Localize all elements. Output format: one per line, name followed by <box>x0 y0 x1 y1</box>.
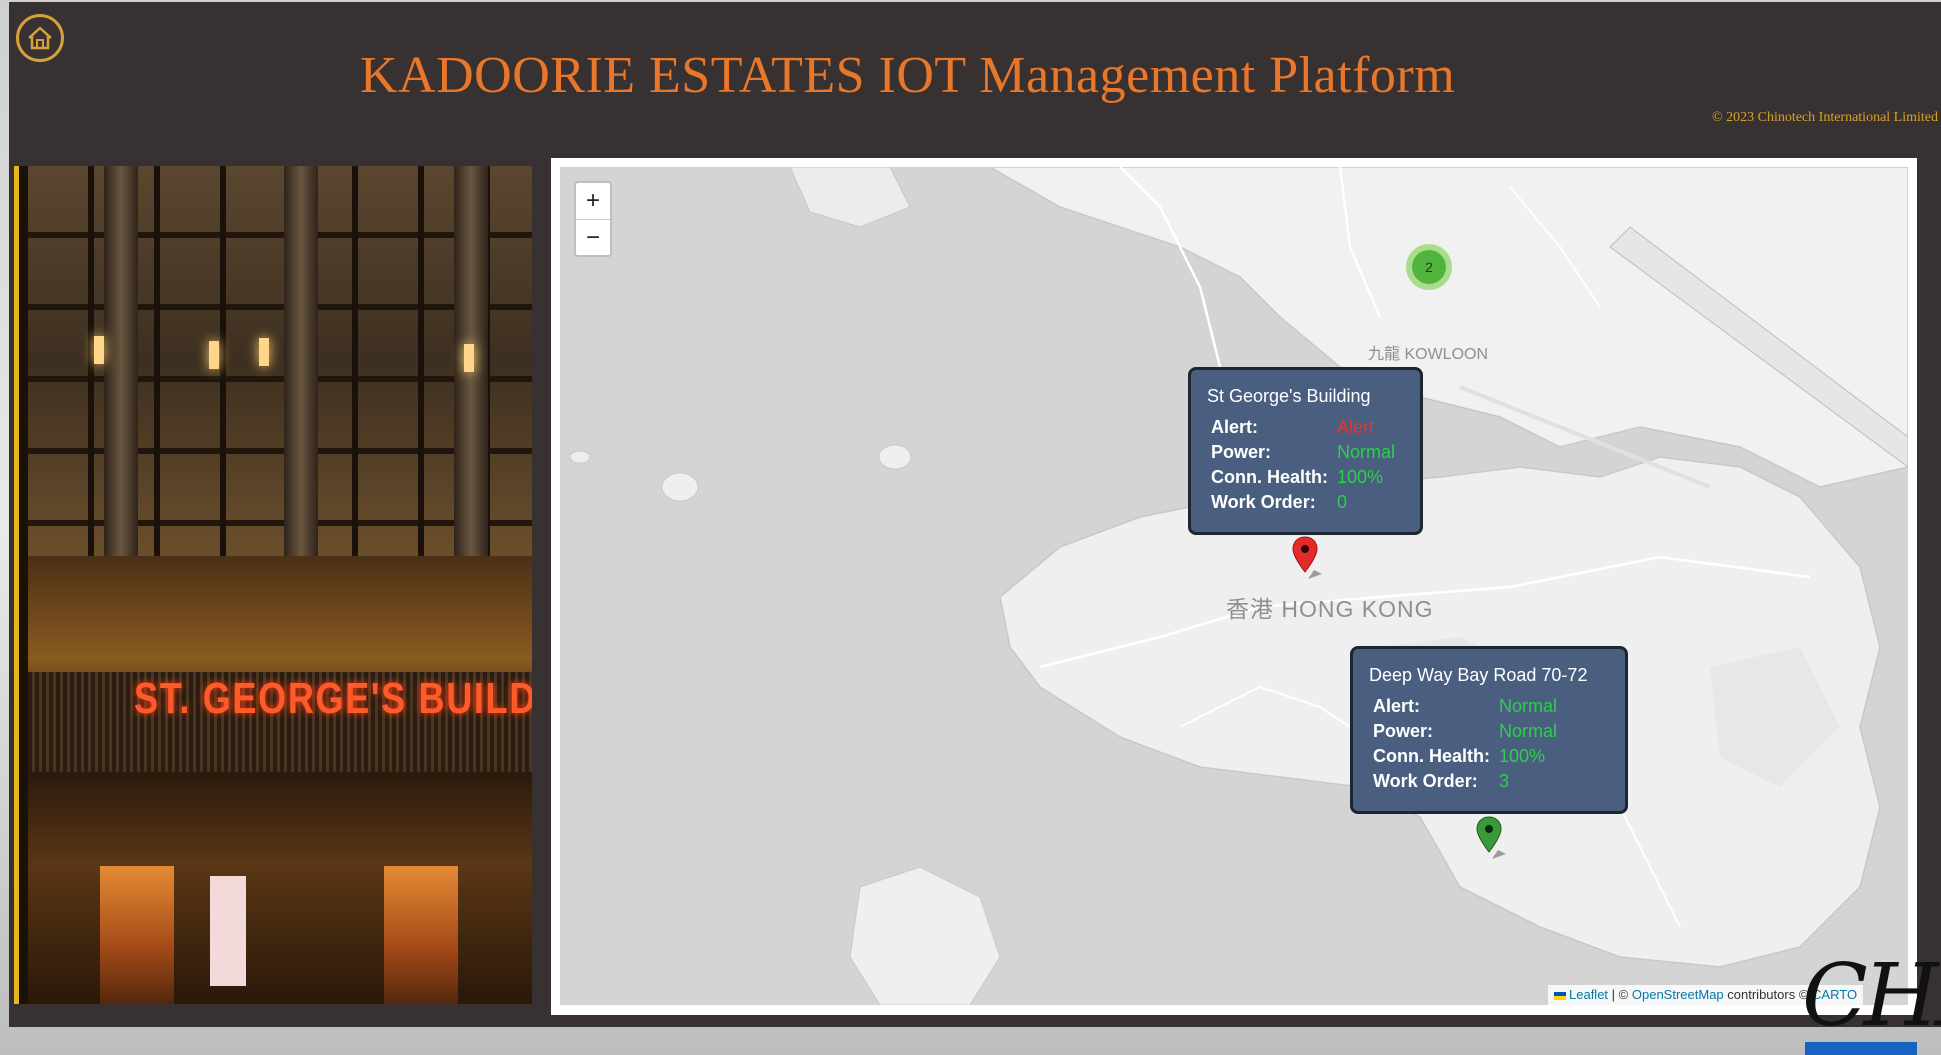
home-button[interactable] <box>16 14 64 62</box>
popup-row-conn-health: Conn. Health: 100% <box>1207 465 1406 490</box>
popup-deep-water-bay: Deep Way Bay Road 70-72 Alert: Normal Po… <box>1350 646 1628 814</box>
home-icon <box>28 26 52 50</box>
popup-row-work-order: Work Order: 0 <box>1207 490 1406 515</box>
marker-cluster[interactable]: 2 <box>1406 244 1452 290</box>
conn-health-label: Conn. Health: <box>1211 467 1328 487</box>
ukraine-flag-icon <box>1554 991 1566 1000</box>
zoom-control: + − <box>574 181 612 257</box>
photo-shopfront <box>100 866 174 1004</box>
logo-bar <box>1805 1042 1917 1055</box>
zoom-in-button[interactable]: + <box>576 183 610 219</box>
conn-health-value: 100% <box>1499 746 1546 766</box>
popup-row-work-order: Work Order: 3 <box>1369 769 1611 794</box>
page-title: KADOORIE ESTATES IOT Management Platform <box>360 47 1456 104</box>
work-order-value: 3 <box>1499 771 1510 791</box>
work-order-label: Work Order: <box>1373 771 1478 791</box>
map-label-hong-kong: 香港 HONG KONG <box>1226 596 1434 622</box>
work-order-label: Work Order: <box>1211 492 1316 512</box>
popup-row-conn-health: Conn. Health: 100% <box>1369 744 1611 769</box>
photo-light <box>209 341 219 369</box>
photo-light <box>94 336 104 364</box>
map-marker-red-icon[interactable] <box>1292 536 1326 580</box>
logo-text: CHI <box>1802 950 1941 1046</box>
popup-title: Deep Way Bay Road 70-72 <box>1369 665 1588 685</box>
attribution-contributors: contributors © <box>1727 987 1809 1002</box>
alert-value: Normal <box>1499 696 1558 716</box>
zoom-out-button[interactable]: − <box>576 219 610 256</box>
alert-value: Alert <box>1337 417 1375 437</box>
leaflet-link[interactable]: Leaflet <box>1569 987 1608 1002</box>
map-marker-green-icon[interactable] <box>1476 816 1510 860</box>
company-logo: CHI <box>1800 950 1941 1055</box>
power-value: Normal <box>1337 442 1396 462</box>
power-label: Power: <box>1373 721 1434 741</box>
map-canvas[interactable] <box>560 167 1908 1005</box>
openstreetmap-link[interactable]: OpenStreetMap <box>1632 987 1724 1002</box>
building-photo: ST. GEORGE'S BUILDING <box>14 166 532 1004</box>
conn-health-value: 100% <box>1337 467 1384 487</box>
popup-row-alert: Alert: Normal <box>1369 694 1611 719</box>
photo-light <box>259 338 269 366</box>
copyright-text: © 2023 Chinotech International Limited <box>1711 110 1938 125</box>
photo-shopfront <box>210 876 246 986</box>
alert-label: Alert: <box>1211 417 1259 437</box>
photo-shopfront <box>384 866 458 1004</box>
map-tiles <box>560 167 1908 1005</box>
alert-label: Alert: <box>1373 696 1421 716</box>
popup-title: St George's Building <box>1207 386 1371 406</box>
photo-accent-bar <box>14 166 19 1004</box>
attribution-separator: | © <box>1611 987 1629 1002</box>
power-value: Normal <box>1499 721 1558 741</box>
popup-row-power: Power: Normal <box>1369 719 1611 744</box>
building-sign: ST. GEORGE'S BUILDING <box>134 674 532 723</box>
popup-st-georges: St George's Building Alert: Alert Power:… <box>1188 367 1423 535</box>
work-order-value: 0 <box>1337 492 1348 512</box>
photo-light <box>464 344 474 372</box>
map-label-kowloon: 九龍 KOWLOON <box>1368 346 1489 363</box>
popup-row-alert: Alert: Alert <box>1207 415 1406 440</box>
cluster-count: 2 <box>1412 250 1446 284</box>
conn-health-label: Conn. Health: <box>1373 746 1490 766</box>
popup-row-power: Power: Normal <box>1207 440 1406 465</box>
power-label: Power: <box>1211 442 1272 462</box>
